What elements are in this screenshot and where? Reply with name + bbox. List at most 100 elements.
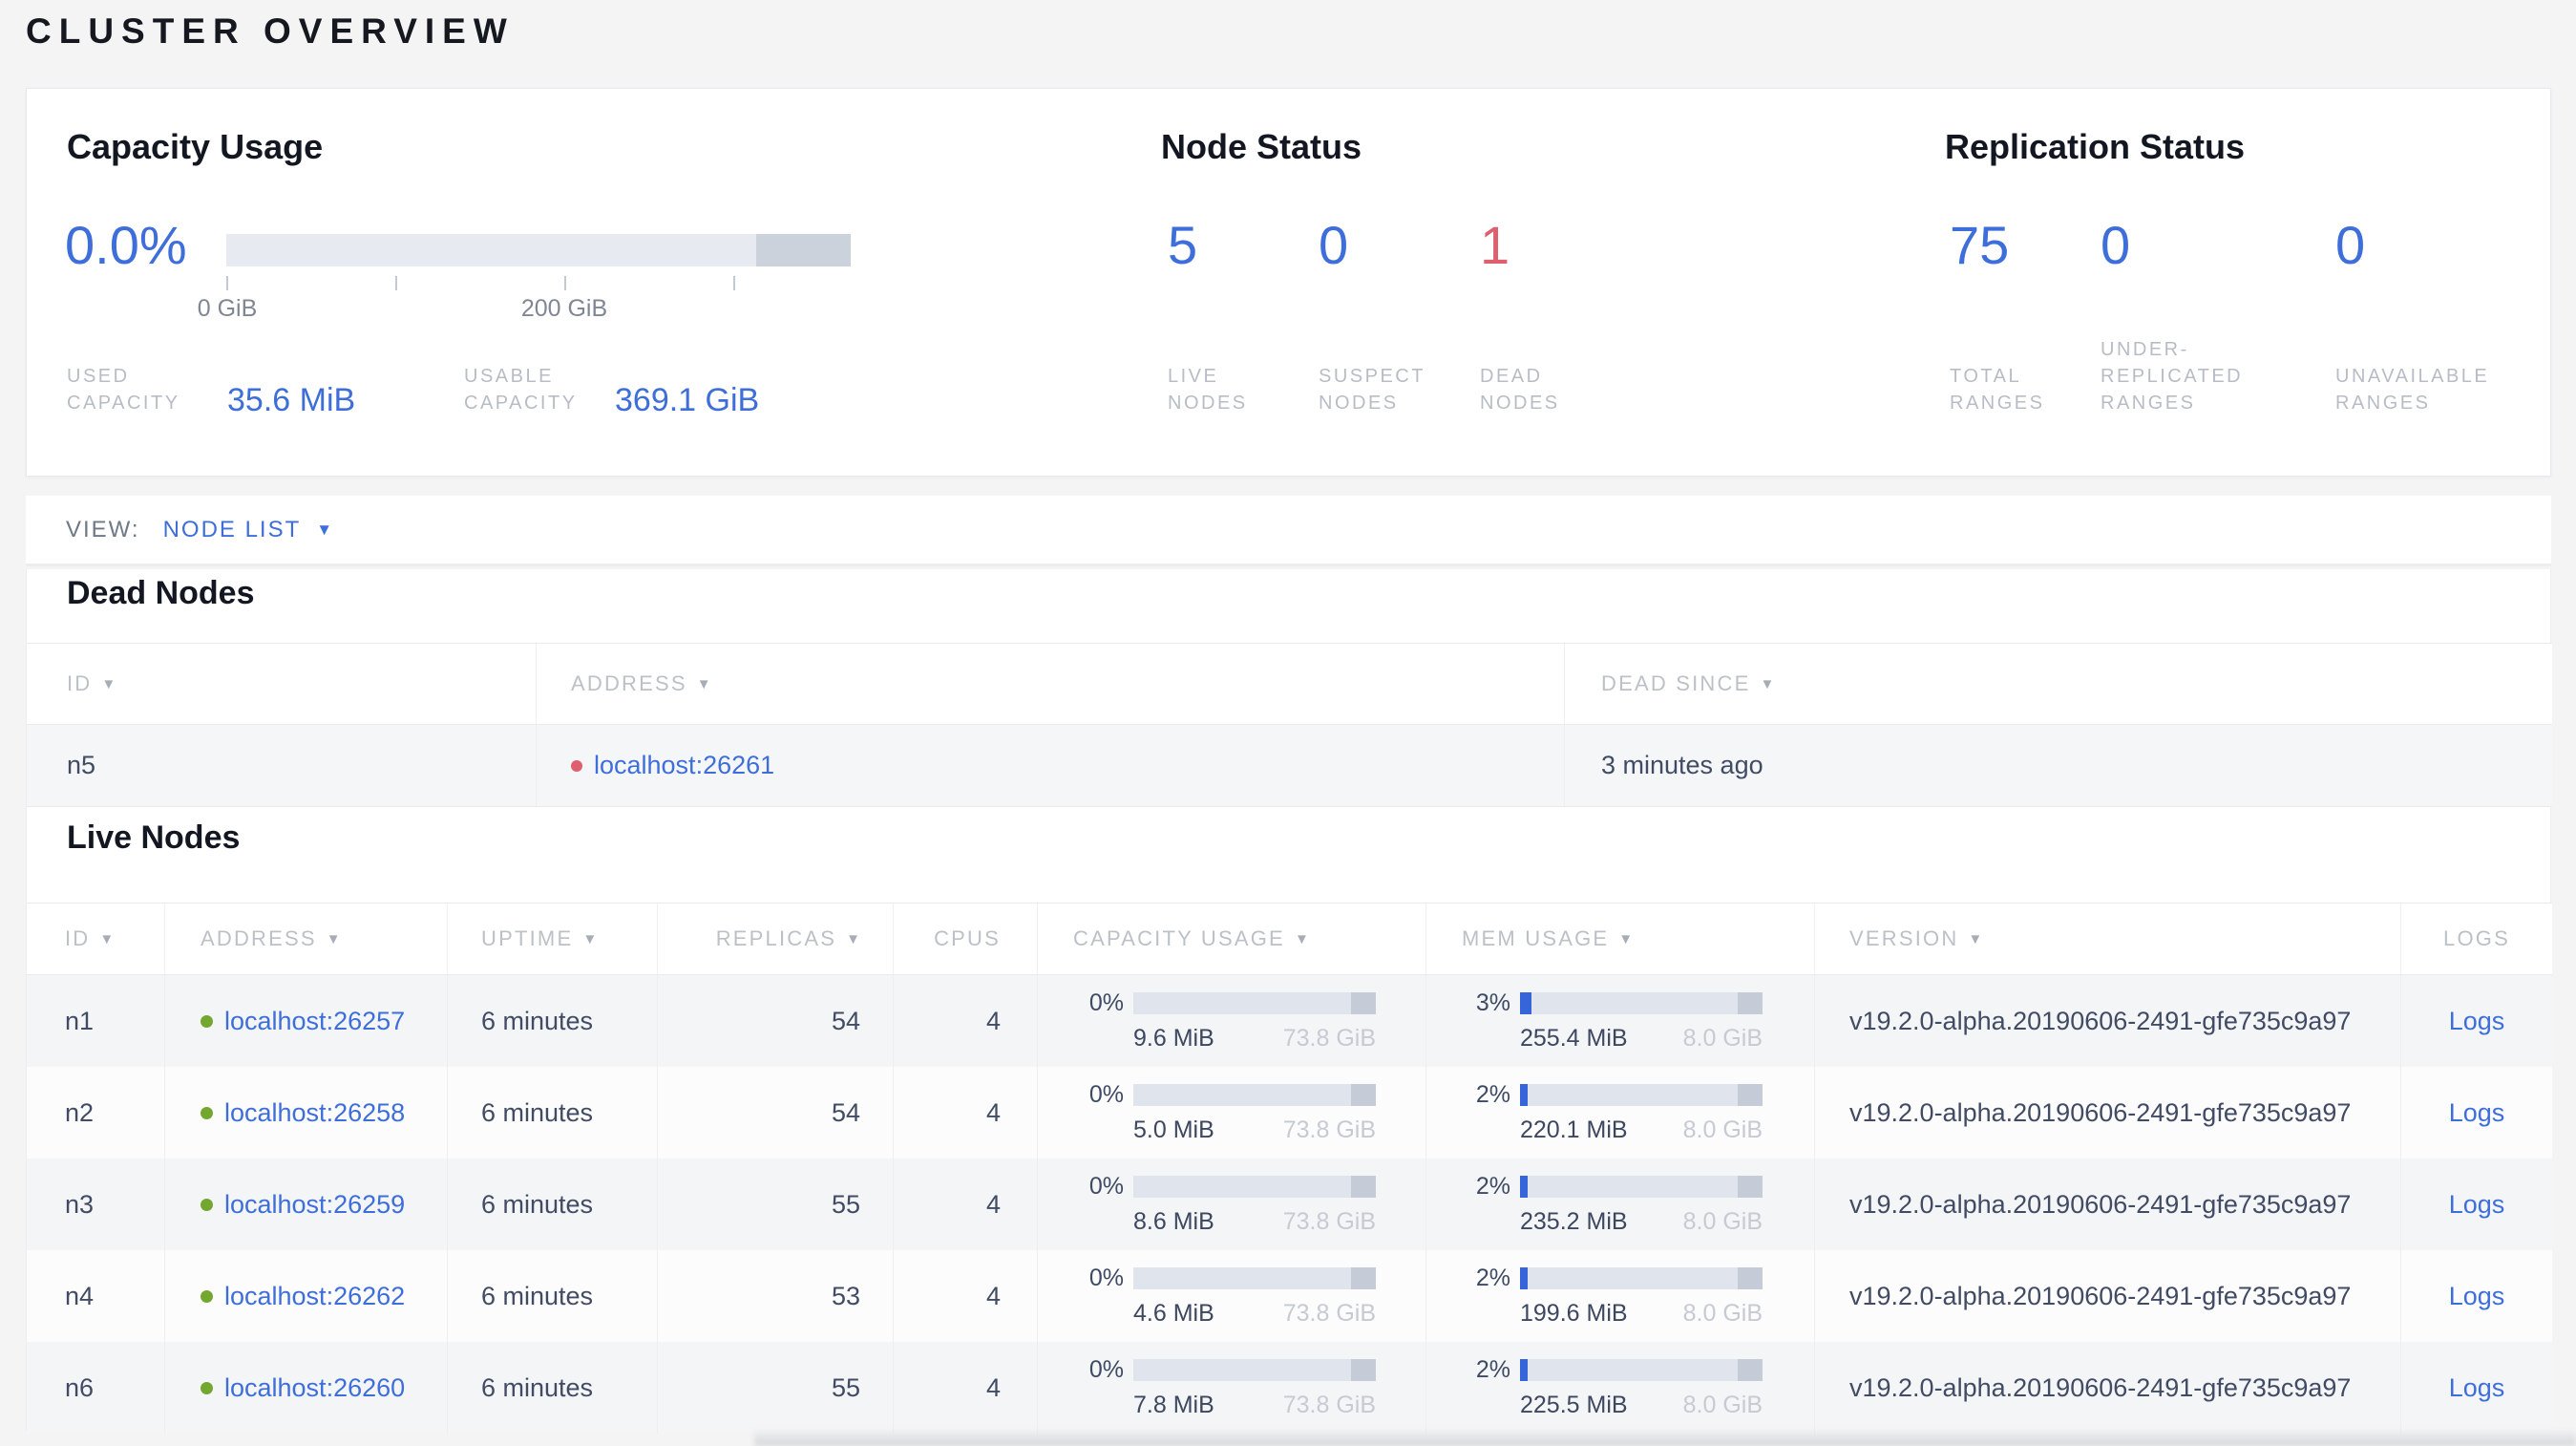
mem-total-value: 8.0 GiB [1682, 1116, 1763, 1143]
sort-icon: ▼ [1760, 675, 1775, 692]
mem-usage-bar [1520, 1084, 1763, 1106]
capacity-reserved-segment [1351, 1359, 1376, 1381]
live-nodes-table-header: ID ▼ ADDRESS ▼ UPTIME ▼ REPLICAS ▼ CPUS CAPA… [27, 904, 2552, 975]
column-header-capacity-usage[interactable]: CAPACITY USAGE ▼ [1038, 904, 1426, 974]
mem-usage-cell: 2% 235.2 MiB 8.0 GiB [1426, 1159, 1815, 1250]
logs-link[interactable]: Logs [2449, 1190, 2505, 1220]
node-address-link[interactable]: localhost:26258 [224, 1098, 405, 1128]
total-ranges-label: TOTAL RANGES [1950, 366, 2045, 414]
cpus-cell: 4 [894, 1250, 1038, 1342]
column-header-address[interactable]: ADDRESS ▼ [165, 904, 448, 974]
view-label: VIEW: [66, 516, 140, 542]
sort-icon: ▼ [101, 675, 116, 692]
capacity-usage-bar [226, 234, 851, 266]
replicas-cell: 54 [658, 1067, 894, 1159]
mem-used-value: 199.6 MiB [1520, 1300, 1628, 1327]
capacity-usage-cell: 0% 8.6 MiB 73.8 GiB [1038, 1159, 1426, 1250]
column-header-logs: LOGS [2443, 926, 2510, 950]
uptime-cell: 6 minutes [448, 1342, 658, 1434]
replicas-cell: 55 [658, 1159, 894, 1250]
column-header-replicas[interactable]: REPLICAS ▼ [658, 904, 894, 974]
chevron-down-icon: ▼ [316, 520, 335, 539]
under-replicated-ranges-label: UNDER- REPLICATED RANGES [2101, 339, 2244, 414]
mem-reserved-segment [1738, 1267, 1763, 1289]
unavailable-ranges-count: 0 [2335, 215, 2366, 275]
column-header-id[interactable]: ID ▼ [27, 904, 165, 974]
node-live-status-icon [201, 1106, 213, 1119]
capacity-usage-bar [1133, 1176, 1376, 1198]
mem-total-value: 8.0 GiB [1682, 1300, 1763, 1327]
mem-percent: 2% [1475, 1356, 1510, 1383]
mem-percent: 2% [1475, 1265, 1510, 1291]
view-selector-dropdown[interactable]: NODE LIST ▼ [163, 517, 335, 543]
capacity-usage-bar [1133, 992, 1376, 1014]
sort-icon: ▼ [846, 930, 860, 947]
capacity-usage-bar [1133, 1267, 1376, 1289]
column-header-version[interactable]: VERSION ▼ [1815, 904, 2401, 974]
uptime-cell: 6 minutes [448, 975, 658, 1067]
node-live-status-icon [201, 1198, 213, 1211]
capacity-used-value: 8.6 MiB [1133, 1208, 1214, 1235]
cpus-cell: 4 [894, 1159, 1038, 1250]
sort-icon: ▼ [99, 930, 115, 947]
capacity-total-value: 73.8 GiB [1282, 1392, 1376, 1418]
node-address-cell: localhost:26258 [165, 1067, 448, 1159]
bottom-scroll-shadow [754, 1429, 2576, 1446]
dead-nodes-table-header: ID ▼ ADDRESS ▼ DEAD SINCE ▼ [27, 643, 2552, 725]
mem-percent: 2% [1475, 1173, 1510, 1200]
logs-link[interactable]: Logs [2449, 1373, 2505, 1403]
capacity-percent: 0% [1088, 1081, 1124, 1108]
node-id-cell: n3 [27, 1159, 165, 1250]
live-nodes-count: 5 [1168, 215, 1198, 275]
dead-nodes-count: 1 [1480, 215, 1510, 275]
total-ranges-count: 75 [1950, 215, 2010, 275]
suspect-nodes-label: SUSPECT NODES [1319, 366, 1425, 414]
axis-tick [564, 276, 566, 290]
column-header-dead-since[interactable]: DEAD SINCE ▼ [1565, 644, 2552, 724]
node-address-link[interactable]: localhost:26261 [594, 751, 774, 780]
page-title: CLUSTER OVERVIEW [26, 11, 515, 51]
suspect-nodes-count: 0 [1319, 215, 1349, 275]
mem-used-value: 255.4 MiB [1520, 1025, 1628, 1052]
dead-node-row: n5 localhost:26261 3 minutes ago [27, 725, 2552, 807]
column-header-mem-usage[interactable]: MEM USAGE ▼ [1426, 904, 1815, 974]
logs-cell: Logs [2401, 1342, 2552, 1434]
under-replicated-ranges-count: 0 [2101, 215, 2131, 275]
replicas-cell: 54 [658, 975, 894, 1067]
dead-nodes-table-body: n5 localhost:26261 3 minutes ago [27, 725, 2552, 807]
used-capacity-label: USED CAPACITY [67, 366, 180, 414]
mem-usage-fill [1520, 1359, 1528, 1381]
node-address-cell: localhost:26260 [165, 1342, 448, 1434]
live-node-row: n3 localhost:26259 6 minutes 55 4 0% 8.6… [27, 1159, 2552, 1250]
column-header-address[interactable]: ADDRESS ▼ [537, 644, 1565, 724]
cpus-cell: 4 [894, 1067, 1038, 1159]
capacity-usage-bar [1133, 1084, 1376, 1106]
node-id-cell: n2 [27, 1067, 165, 1159]
node-status-title: Node Status [1161, 127, 1362, 166]
logs-link[interactable]: Logs [2449, 1098, 2505, 1128]
mem-usage-bar [1520, 992, 1763, 1014]
capacity-used-value: 9.6 MiB [1133, 1025, 1214, 1052]
capacity-usage-cell: 0% 7.8 MiB 73.8 GiB [1038, 1342, 1426, 1434]
node-address-cell: localhost:26262 [165, 1250, 448, 1342]
column-header-id[interactable]: ID ▼ [27, 644, 537, 724]
node-live-status-icon [201, 1381, 213, 1394]
capacity-usage-cell: 0% 4.6 MiB 73.8 GiB [1038, 1250, 1426, 1342]
axis-tick [733, 276, 735, 290]
node-address-link[interactable]: localhost:26262 [224, 1282, 405, 1311]
view-selected-value: NODE LIST [162, 516, 302, 542]
node-address-link[interactable]: localhost:26260 [224, 1373, 405, 1403]
node-address-link[interactable]: localhost:26259 [224, 1190, 405, 1220]
mem-used-value: 220.1 MiB [1520, 1116, 1628, 1143]
mem-usage-cell: 2% 220.1 MiB 8.0 GiB [1426, 1067, 1815, 1159]
logs-link[interactable]: Logs [2449, 1007, 2505, 1036]
version-cell: v19.2.0-alpha.20190606-2491-gfe735c9a97 [1815, 1159, 2401, 1250]
node-address-link[interactable]: localhost:26257 [224, 1007, 405, 1036]
column-header-uptime[interactable]: UPTIME ▼ [448, 904, 658, 974]
node-dead-status-icon [571, 759, 582, 772]
live-node-row: n2 localhost:26258 6 minutes 54 4 0% 5.0… [27, 1067, 2552, 1159]
sort-icon: ▼ [1968, 930, 1983, 947]
node-live-status-icon [201, 1289, 213, 1303]
logs-link[interactable]: Logs [2449, 1282, 2505, 1311]
version-cell: v19.2.0-alpha.20190606-2491-gfe735c9a97 [1815, 1250, 2401, 1342]
